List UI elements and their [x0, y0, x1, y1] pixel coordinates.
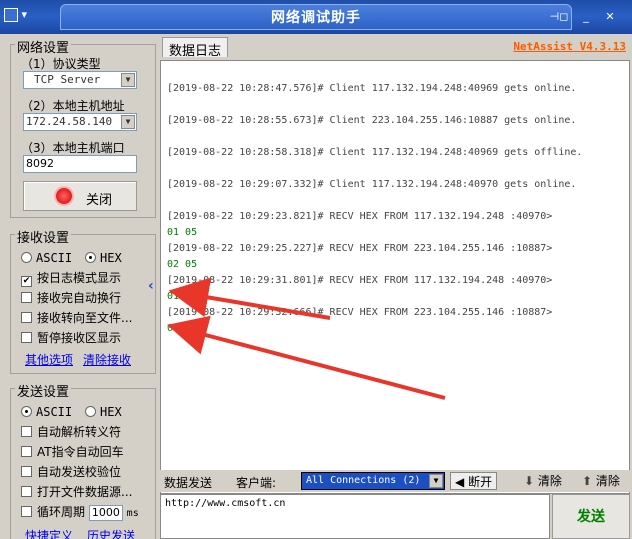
send-ascii-radio[interactable]: ASCII: [21, 405, 72, 419]
main-panel: 数据日志 NetAssist V4.3.13 ‹ [2019-08-22 10:…: [148, 34, 632, 539]
chevron-down-icon: ▼: [121, 115, 135, 129]
close-connection-button[interactable]: 关闭: [23, 181, 137, 211]
arrow-left-icon: ◀: [455, 475, 465, 489]
loop-unit-label: ms: [126, 508, 139, 519]
host-select[interactable]: 172.24.58.140 ▼: [23, 113, 137, 131]
client-label: 客户端:: [236, 476, 277, 490]
send-history-link[interactable]: 历史发送: [87, 527, 135, 539]
log-line: [2019-08-22 10:29:32.666]# RECV HEX FROM…: [167, 307, 553, 318]
radio-icon: [85, 406, 96, 417]
pin-icon[interactable]: ⊣◻: [548, 10, 570, 24]
pause-display-checkbox[interactable]: 暂停接收区显示: [21, 329, 121, 346]
window-title: 网络调试助手: [271, 10, 361, 26]
log-line: [2019-08-22 10:28:58.318]# Client 117.13…: [167, 147, 583, 158]
clear-receive-link[interactable]: 清除接收: [83, 351, 131, 368]
receive-hex-radio[interactable]: HEX: [85, 251, 122, 265]
radio-selected-icon: [21, 406, 32, 417]
tab-data-send[interactable]: 数据发送: [164, 474, 212, 491]
port-input[interactable]: 8092: [23, 155, 137, 173]
log-line: [2019-08-22 10:29:25.227]# RECV HEX FROM…: [167, 243, 553, 254]
send-settings-title: 发送设置: [15, 381, 72, 400]
protocol-label: （1）协议类型: [21, 57, 101, 71]
arrow-down-icon: ⬇: [524, 474, 535, 488]
close-window-button[interactable]: ✕: [602, 10, 618, 24]
radio-selected-icon: [85, 252, 96, 263]
receive-settings-group: 接收设置 ASCII HEX ✔ 按日志模式显示 接收完自动换行 接收转向至文件.…: [10, 227, 156, 374]
log-data-line: 01 05: [167, 291, 198, 302]
settings-panel: 网络设置 （1）协议类型 TCP Server ▼ （2）本地主机地址 172.2…: [6, 34, 156, 539]
disconnect-button[interactable]: ◀ 断开: [450, 472, 498, 490]
brand-link[interactable]: NetAssist V4.3.13: [513, 40, 626, 53]
at-auto-cr-checkbox[interactable]: AT指令自动回车: [21, 443, 124, 460]
send-hex-radio[interactable]: HEX: [85, 405, 122, 419]
log-data-line: 01 05: [167, 227, 198, 238]
send-button[interactable]: 发送: [552, 494, 630, 539]
receive-ascii-radio[interactable]: ASCII: [21, 251, 72, 265]
log-line: [2019-08-22 10:28:47.576]# Client 117.13…: [167, 83, 577, 94]
log-line: [2019-08-22 10:29:07.332]# Client 117.13…: [167, 179, 577, 190]
clear-receive-button[interactable]: ⬇ 清除: [520, 472, 566, 490]
tab-data-log[interactable]: 数据日志: [162, 37, 229, 59]
auto-escape-checkbox[interactable]: 自动解析转义符: [21, 423, 121, 440]
status-lamp-icon: [56, 188, 72, 204]
log-mode-checkbox[interactable]: ✔ 按日志模式显示: [21, 269, 121, 287]
log-line: [2019-08-22 10:29:31.801]# RECV HEX FROM…: [167, 275, 553, 286]
loop-period-checkbox[interactable]: 循环周期 1000 ms: [21, 503, 139, 521]
log-line: [2019-08-22 10:29:23.821]# RECV HEX FROM…: [167, 211, 553, 222]
clear-send-button[interactable]: ⬆ 清除: [578, 472, 624, 490]
send-input[interactable]: http://www.cmsoft.cn: [160, 494, 550, 539]
network-settings-title: 网络设置: [15, 37, 72, 56]
auto-newline-checkbox[interactable]: 接收完自动换行: [21, 289, 121, 306]
collapse-arrow-icon[interactable]: ‹: [148, 278, 154, 294]
log-data-line: 02 05: [167, 323, 198, 334]
chevron-down-icon: ▼: [429, 474, 443, 488]
more-options-link[interactable]: 其他选项: [25, 351, 73, 368]
receive-settings-title: 接收设置: [15, 227, 72, 246]
send-toolbar: 数据发送 客户端: All Connections (2) ▼ ◀ 断开 ⬇ 清除…: [160, 470, 630, 492]
chevron-down-icon: ▼: [121, 73, 135, 87]
minimize-button[interactable]: _: [578, 10, 594, 24]
network-settings-group: 网络设置 （1）协议类型 TCP Server ▼ （2）本地主机地址 172.2…: [10, 37, 156, 218]
shortcut-define-link[interactable]: 快捷定义: [25, 527, 73, 539]
port-label: （3）本地主机端口: [21, 141, 125, 155]
send-settings-group: 发送设置 ASCII HEX 自动解析转义符 AT指令自动回车 自动发送校验位 …: [10, 381, 156, 539]
file-source-checkbox[interactable]: 打开文件数据源...: [21, 483, 132, 500]
title-bar: ▾ 网络调试助手 ⊣◻ _ ✕: [0, 0, 632, 34]
connections-select[interactable]: All Connections (2) ▼: [301, 472, 445, 490]
checkmark-icon: ✔: [21, 276, 32, 287]
receive-to-file-checkbox[interactable]: 接收转向至文件...: [21, 309, 132, 326]
host-label: （2）本地主机地址: [21, 99, 125, 113]
receive-log-area[interactable]: [2019-08-22 10:28:47.576]# Client 117.13…: [160, 60, 630, 494]
auto-checksum-checkbox[interactable]: 自动发送校验位: [21, 463, 121, 480]
log-line: [2019-08-22 10:28:55.673]# Client 223.10…: [167, 115, 577, 126]
radio-icon: [21, 252, 32, 263]
arrow-up-icon: ⬆: [582, 474, 593, 488]
log-data-line: 02 05: [167, 259, 198, 270]
protocol-select[interactable]: TCP Server ▼: [23, 71, 137, 89]
loop-period-input[interactable]: 1000: [88, 504, 123, 521]
